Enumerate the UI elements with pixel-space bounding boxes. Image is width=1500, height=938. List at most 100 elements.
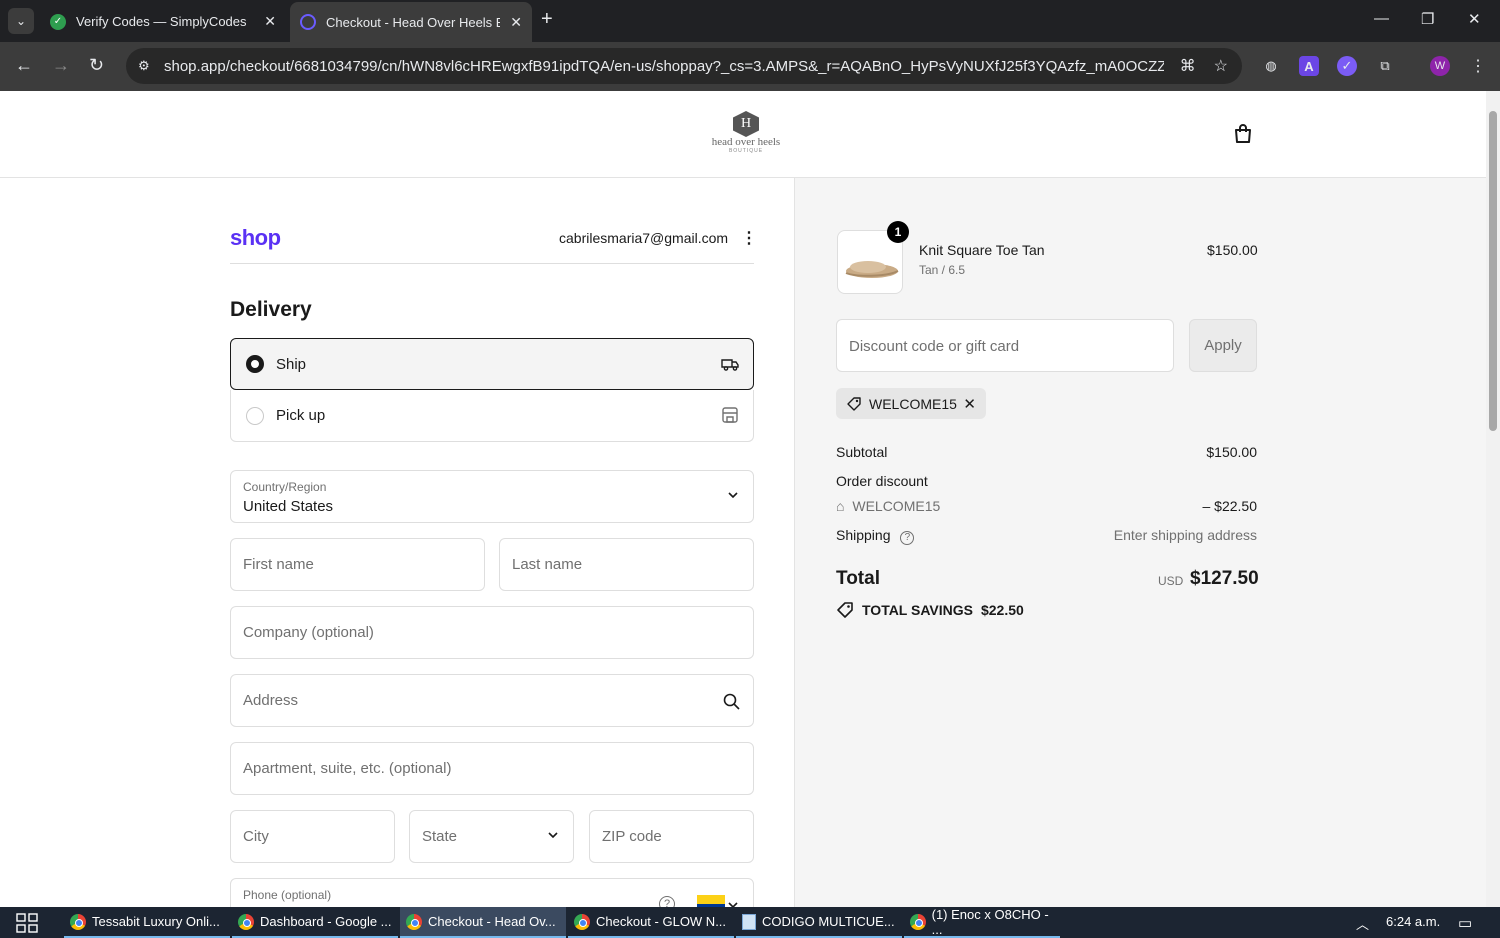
help-circle-icon[interactable]: ?: [659, 896, 675, 907]
first-name-placeholder: First name: [243, 556, 314, 573]
close-tab-icon[interactable]: ✕: [258, 13, 276, 30]
country-flag-icon[interactable]: [697, 895, 725, 907]
bookmark-star-icon[interactable]: ☆: [1214, 56, 1228, 76]
new-tab-button[interactable]: +: [541, 8, 553, 31]
discount-placeholder: Discount code or gift card: [849, 338, 1020, 355]
chevron-down-icon: [728, 492, 738, 499]
apartment-placeholder: Apartment, suite, etc. (optional): [243, 760, 452, 777]
taskbar-item-active[interactable]: Checkout - Head Ov...: [400, 907, 566, 938]
chevron-down-icon[interactable]: [727, 899, 739, 907]
cart-icon[interactable]: [1232, 123, 1254, 145]
address-field[interactable]: Address: [230, 674, 754, 727]
company-field[interactable]: Company (optional): [230, 606, 754, 659]
divider: [230, 263, 754, 264]
subtotal-value: $150.00: [1206, 444, 1257, 460]
browser-toolbar: ← → ↻ ⚙ shop.app/checkout/6681034799/cn/…: [0, 42, 1500, 91]
store-logo[interactable]: H head over heels BOUTIQUE: [706, 111, 786, 159]
ship-radio[interactable]: [246, 355, 264, 373]
tray-chevron-up-icon[interactable]: ︿: [1356, 914, 1369, 933]
back-button[interactable]: ←: [15, 55, 33, 76]
chrome-icon: [910, 913, 926, 930]
discount-code-label: WELCOME15: [852, 498, 941, 514]
reload-button[interactable]: ↻: [89, 55, 104, 76]
tab-title: Checkout - Head Over Heels Bo: [326, 14, 500, 30]
phone-field[interactable]: Phone (optional) ?: [230, 878, 754, 907]
apply-discount-button[interactable]: Apply: [1189, 319, 1257, 372]
first-name-field[interactable]: First name: [230, 538, 485, 591]
taskbar-item-label: Checkout - GLOW N...: [596, 914, 727, 929]
profile-avatar[interactable]: W: [1430, 56, 1450, 76]
logo-mark-icon: H: [733, 111, 759, 137]
discount-code-input[interactable]: Discount code or gift card: [836, 319, 1174, 372]
document-icon: [742, 913, 756, 930]
country-value: United States: [243, 498, 334, 515]
address-placeholder: Address: [243, 692, 299, 709]
account-email: cabrilesmaria7@gmail.com: [559, 230, 729, 246]
close-window-button[interactable]: ✕: [1468, 10, 1481, 28]
chrome-icon: [406, 913, 422, 930]
total-currency: USD: [1158, 574, 1184, 588]
last-name-field[interactable]: Last name: [499, 538, 754, 591]
address-bar[interactable]: ⚙ shop.app/checkout/6681034799/cn/hWN8vl…: [126, 48, 1242, 84]
city-field[interactable]: City: [230, 810, 395, 863]
savings-tag-icon: [837, 602, 853, 618]
taskbar-item-label: Tessabit Luxury Onli...: [92, 914, 220, 929]
shop-favicon-icon: [300, 14, 316, 30]
tab-checkout[interactable]: Checkout - Head Over Heels Bo ✕: [290, 2, 532, 42]
browser-menu-icon[interactable]: ⋮: [1468, 56, 1488, 76]
tab-simplycodes[interactable]: ✓ Verify Codes — SimplyCodes ✕: [40, 5, 286, 38]
forward-button[interactable]: →: [52, 55, 70, 76]
simplycodes-favicon-icon: ✓: [50, 13, 66, 30]
shipping-help-icon[interactable]: ?: [900, 531, 915, 545]
ship-option[interactable]: Ship: [230, 338, 754, 390]
truck-icon: [721, 359, 739, 371]
taskbar-item[interactable]: (1) Enoc x O8CHO - ...: [904, 907, 1060, 938]
a-extension-icon[interactable]: A: [1299, 56, 1319, 76]
country-label: Country/Region: [243, 480, 327, 494]
country-select[interactable]: Country/Region United States: [230, 470, 754, 523]
scrollbar-thumb[interactable]: [1489, 111, 1497, 431]
city-placeholder: City: [243, 828, 269, 845]
page-scrollbar[interactable]: [1486, 91, 1500, 907]
close-tab-icon[interactable]: ✕: [504, 14, 522, 31]
search-icon[interactable]: [723, 693, 740, 710]
url-text[interactable]: shop.app/checkout/6681034799/cn/hWN8vl6c…: [164, 58, 1164, 75]
pickup-option[interactable]: Pick up: [230, 390, 754, 442]
extensions-puzzle-icon[interactable]: ⧉: [1375, 56, 1395, 76]
chrome-icon: [70, 913, 86, 930]
savings-value: $22.50: [980, 602, 1024, 618]
shipping-row: Shipping ? Enter shipping address: [836, 527, 1257, 545]
taskbar-item[interactable]: Checkout - GLOW N...: [568, 907, 734, 938]
globe-extension-icon[interactable]: ◍: [1261, 56, 1281, 76]
store-icon: [722, 407, 738, 423]
minimize-button[interactable]: —: [1374, 10, 1389, 27]
zip-placeholder: ZIP code: [602, 828, 662, 845]
tab-search-button[interactable]: ⌄: [8, 8, 34, 34]
restore-button[interactable]: ❐: [1421, 10, 1434, 28]
taskbar-item[interactable]: CODIGO MULTICUE...: [736, 907, 902, 938]
taskbar-item[interactable]: Dashboard - Google ...: [232, 907, 398, 938]
phone-label: Phone (optional): [243, 888, 332, 902]
discount-tag-icon: ⌂: [836, 498, 845, 514]
state-select[interactable]: State: [409, 810, 574, 863]
task-view-icon[interactable]: [16, 913, 38, 933]
checkout-form: shop cabrilesmaria7@gmail.com ⋮ Delivery…: [0, 178, 794, 907]
savings-label: TOTAL SAVINGS: [862, 602, 973, 618]
account-menu-icon[interactable]: ⋮: [741, 228, 757, 248]
order-discount-label: Order discount: [836, 473, 928, 489]
simplycodes-extension-icon[interactable]: ✓: [1337, 56, 1357, 76]
notification-icon[interactable]: ▭: [1458, 914, 1472, 932]
translate-icon[interactable]: ⌘: [1180, 56, 1196, 76]
shipping-value: Enter shipping address: [1113, 527, 1257, 543]
discount-amount: – $22.50: [1202, 498, 1258, 514]
clock[interactable]: 6:24 a.m.: [1386, 914, 1440, 929]
zip-field[interactable]: ZIP code: [589, 810, 754, 863]
pickup-radio[interactable]: [246, 406, 264, 425]
applied-code-chip: WELCOME15 ✕: [836, 388, 986, 419]
taskbar-item[interactable]: Tessabit Luxury Onli...: [64, 907, 230, 938]
site-info-icon[interactable]: ⚙: [138, 58, 154, 74]
remove-code-icon[interactable]: ✕: [963, 395, 976, 413]
applied-code-text: WELCOME15: [869, 395, 957, 412]
taskbar-item-label: CODIGO MULTICUE...: [762, 914, 895, 929]
apartment-field[interactable]: Apartment, suite, etc. (optional): [230, 742, 754, 795]
